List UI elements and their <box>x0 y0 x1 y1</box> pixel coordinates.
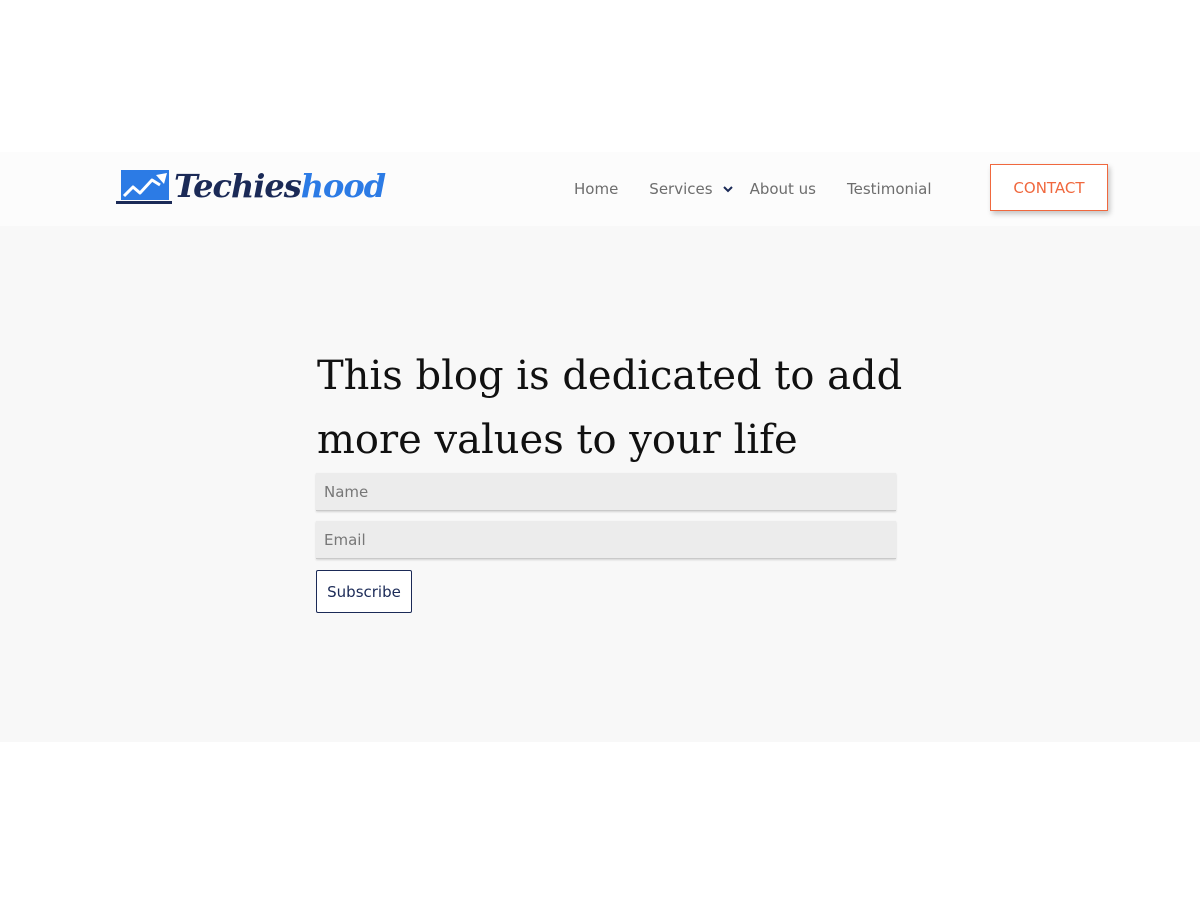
contact-button[interactable]: CONTACT <box>990 164 1108 211</box>
site-header: Techieshood Home Services About us Testi… <box>0 152 1200 226</box>
brand-name: Techieshood <box>174 166 386 206</box>
hero-section: This blog is dedicated to add more value… <box>0 226 1200 742</box>
name-field[interactable] <box>316 473 896 511</box>
brand-name-part2: hood <box>300 167 386 205</box>
nav-item-about-us[interactable]: About us <box>750 180 816 198</box>
hero-headline: This blog is dedicated to add more value… <box>317 353 903 463</box>
nav-item-services[interactable]: Services <box>649 180 749 198</box>
trending-up-chart-icon <box>116 166 172 206</box>
main-nav: Home Services About us Testimonial <box>574 152 932 226</box>
brand-logo[interactable]: Techieshood <box>116 166 386 206</box>
brand-name-part1: Techies <box>174 167 302 205</box>
chevron-down-icon[interactable] <box>719 182 737 196</box>
nav-item-testimonial[interactable]: Testimonial <box>847 180 932 198</box>
email-field[interactable] <box>316 521 896 559</box>
nav-item-services-label: Services <box>649 180 713 198</box>
page: Techieshood Home Services About us Testi… <box>0 0 1200 900</box>
subscribe-button[interactable]: Subscribe <box>316 570 412 613</box>
nav-item-home[interactable]: Home <box>574 180 618 198</box>
